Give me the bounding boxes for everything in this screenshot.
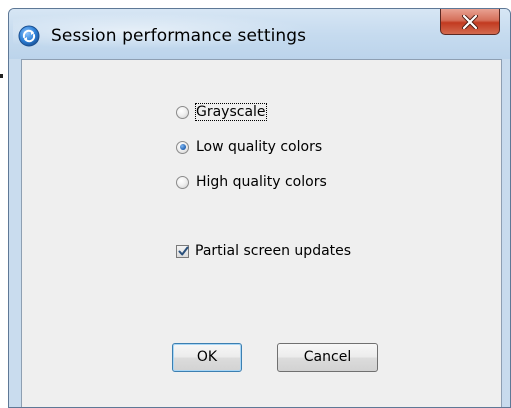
radio-high-quality-colors[interactable]: High quality colors: [176, 171, 327, 193]
check-icon: [178, 246, 189, 255]
dialog-content: Grayscale Low quality colors High qualit…: [21, 59, 502, 407]
radio-button[interactable]: [176, 140, 189, 154]
refresh-circle-icon: [18, 25, 40, 47]
close-button[interactable]: [440, 9, 500, 35]
checkbox[interactable]: [176, 244, 189, 258]
close-icon: [462, 15, 478, 29]
radio-label-low-quality: Low quality colors: [196, 139, 323, 155]
window-title: Session performance settings: [51, 26, 307, 46]
checkbox-label: Partial screen updates: [195, 243, 352, 259]
ok-button[interactable]: OK: [172, 343, 242, 372]
cancel-button[interactable]: Cancel: [277, 343, 378, 372]
radio-label-high-quality: High quality colors: [196, 174, 327, 190]
radio-label-grayscale: Grayscale: [195, 103, 267, 121]
checkbox-partial-screen-updates[interactable]: Partial screen updates: [176, 240, 351, 262]
dialog-window: Session performance settings Grayscale L…: [8, 8, 511, 408]
radio-low-quality-colors[interactable]: Low quality colors: [176, 136, 322, 158]
title-bar[interactable]: Session performance settings: [9, 9, 510, 59]
radio-grayscale[interactable]: Grayscale: [176, 101, 267, 123]
radio-button[interactable]: [176, 105, 189, 119]
background-mark: [0, 74, 3, 78]
radio-button[interactable]: [176, 175, 189, 189]
